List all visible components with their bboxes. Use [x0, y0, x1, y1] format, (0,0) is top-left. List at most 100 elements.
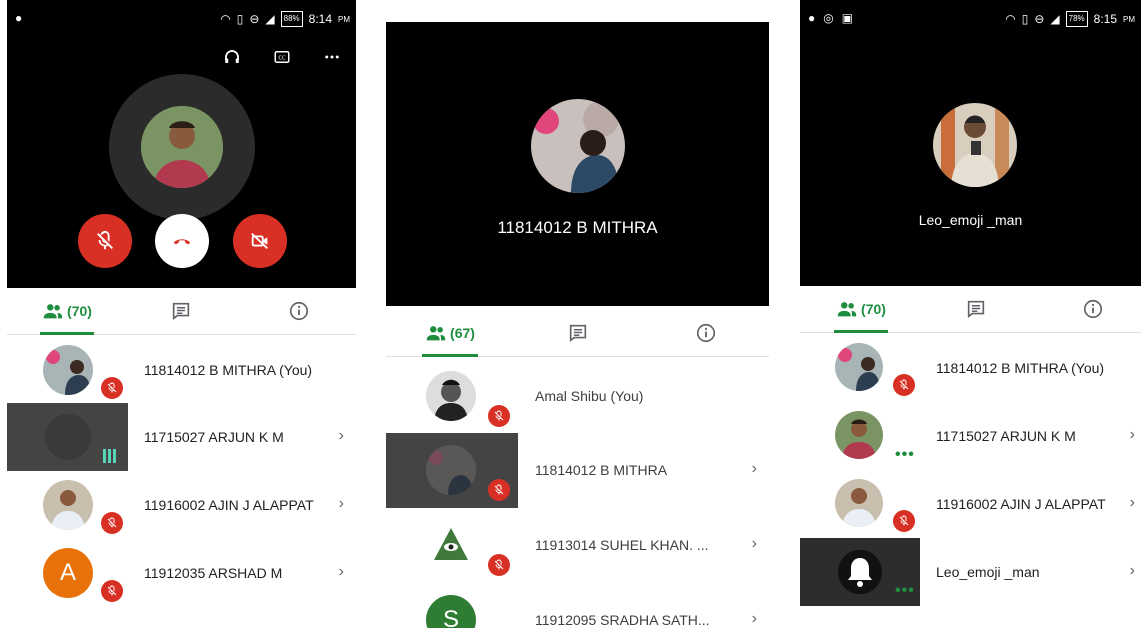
participant-thumb — [386, 508, 518, 583]
avatar — [835, 479, 883, 527]
participant-name: 11814012 B MITHRA (You) — [936, 360, 1105, 376]
gallery-icon: ▣ — [841, 11, 854, 25]
phone-status-icon: ▯ — [1021, 12, 1029, 26]
speaker-name: Leo_emoji _man — [918, 212, 1023, 228]
chevron-right-icon[interactable]: › — [752, 610, 757, 628]
chevron-right-icon[interactable]: › — [1130, 426, 1135, 444]
chevron-right-icon[interactable]: › — [339, 495, 344, 513]
chevron-right-icon[interactable]: › — [752, 535, 757, 553]
avatar — [835, 411, 883, 459]
tab-people[interactable]: (70) — [834, 286, 888, 333]
tab-people[interactable]: (67) — [422, 310, 478, 357]
list-item[interactable]: 11913014 SUHEL KHAN. ... › — [386, 508, 769, 583]
participant-thumb — [386, 359, 518, 433]
muted-badge — [488, 554, 510, 576]
list-item[interactable]: A 11912035 ARSHAD M › — [7, 539, 356, 609]
tab-chat[interactable] — [169, 288, 193, 334]
speaker-avatar — [933, 103, 1017, 187]
tab-people[interactable]: (70) — [40, 288, 94, 335]
avatar — [43, 480, 93, 530]
chevron-right-icon[interactable]: › — [339, 563, 344, 581]
mic-off-icon — [493, 410, 505, 422]
status-time: 8:15 — [1093, 12, 1117, 26]
tab-indicator — [40, 332, 94, 335]
self-avatar — [141, 106, 223, 188]
location-icon: ● — [15, 11, 23, 25]
mute-button[interactable] — [78, 214, 132, 268]
avatar — [838, 550, 882, 594]
chevron-right-icon[interactable]: › — [1130, 562, 1135, 580]
people-icon — [42, 300, 64, 322]
list-item[interactable]: ••• Leo_emoji _man › — [800, 538, 1141, 606]
list-item[interactable]: 11715027 ARJUN K M › — [7, 403, 356, 473]
mic-off-icon — [94, 230, 116, 252]
participant-name: 11814012 B MITHRA (You) — [144, 362, 313, 378]
tab-info[interactable] — [1081, 286, 1105, 332]
call-screen-2: 11814012 B MITHRA (67) Amal Shibu (You) — [386, 0, 769, 628]
status-ampm: PM — [338, 14, 350, 24]
participant-thumb: ••• — [800, 402, 920, 470]
list-item[interactable]: S 11912095 SRADHA SATH... › — [386, 583, 769, 628]
list-item[interactable]: 11814012 B MITHRA (You) — [7, 336, 356, 406]
participant-thumb — [7, 471, 128, 541]
call-screen-1: ● ◠ ▯ ⊖ ◢ 88% 8:14 PM CC (70) 11814012 B… — [7, 0, 356, 628]
list-item[interactable]: ••• 11715027 ARJUN K M › — [800, 402, 1141, 470]
avatar — [45, 414, 91, 460]
signal-icon: ◢ — [1050, 12, 1060, 26]
tab-chat[interactable] — [566, 310, 590, 356]
camera-off-button[interactable] — [233, 214, 287, 268]
tab-info[interactable] — [694, 310, 718, 356]
participant-name: 11916002 AJIN J ALAPPAT — [936, 496, 1106, 512]
more-options-icon[interactable] — [322, 48, 342, 71]
avatar: A — [43, 548, 93, 598]
call-screen-3: ● ◎ ▣ ◠ ▯ ⊖ ◢ 78% 8:15 PM Leo_emoji _man… — [800, 0, 1141, 628]
list-item[interactable]: 11916002 AJIN J ALAPPAT › — [7, 471, 356, 541]
audio-output-icon[interactable] — [222, 48, 242, 71]
avatar — [43, 345, 93, 395]
people-icon — [836, 298, 858, 320]
speaking-dots: ••• — [895, 582, 915, 599]
location-icon: ● — [808, 11, 816, 25]
tab-indicator — [422, 354, 478, 357]
list-item[interactable]: Amal Shibu (You) — [386, 359, 769, 433]
chevron-right-icon[interactable]: › — [339, 427, 344, 445]
svg-text:CC: CC — [278, 56, 286, 62]
muted-badge — [101, 512, 123, 534]
tab-chat[interactable] — [964, 286, 988, 332]
battery-icon: 78% — [1065, 11, 1088, 27]
mic-off-icon — [106, 517, 118, 529]
call-end-icon — [173, 239, 191, 245]
signal-icon: ◢ — [265, 12, 275, 26]
chat-icon — [567, 322, 589, 344]
call-tabs: (70) — [7, 288, 356, 335]
participant-name: 11916002 AJIN J ALAPPAT — [144, 497, 314, 513]
mic-off-icon — [898, 379, 910, 391]
chevron-right-icon[interactable]: › — [752, 460, 757, 478]
speaking-indicator — [103, 449, 116, 463]
captions-icon[interactable]: CC — [272, 48, 292, 71]
status-ampm: PM — [1123, 14, 1135, 24]
list-item[interactable]: 11814012 B MITHRA › — [386, 433, 769, 508]
mic-off-icon — [493, 559, 505, 571]
status-bar: ● ◠ ▯ ⊖ ◢ 88% 8:14 PM — [7, 0, 356, 38]
participant-thumb — [800, 334, 920, 402]
avatar — [426, 371, 476, 421]
participant-name: 11913014 SUHEL KHAN. ... — [535, 537, 709, 553]
status-bar: ● ◎ ▣ ◠ ▯ ⊖ ◢ 78% 8:15 PM — [800, 0, 1141, 38]
tab-info[interactable] — [287, 288, 311, 334]
participant-name: 11912035 ARSHAD M — [144, 565, 283, 581]
avatar — [426, 445, 476, 495]
avatar — [426, 520, 476, 570]
list-item[interactable]: 11814012 B MITHRA (You) — [800, 334, 1141, 402]
hang-up-button[interactable] — [155, 214, 209, 268]
participant-thumb — [386, 433, 518, 508]
list-item[interactable]: 11916002 AJIN J ALAPPAT › — [800, 470, 1141, 538]
participant-thumb: S — [386, 583, 518, 628]
phone-status-icon: ▯ — [236, 12, 244, 26]
mic-off-icon — [493, 484, 505, 496]
battery-icon: 88% — [280, 11, 303, 27]
participant-name: 11814012 B MITHRA — [535, 462, 668, 478]
status-time: 8:14 — [308, 12, 332, 26]
muted-badge — [488, 405, 510, 427]
chevron-right-icon[interactable]: › — [1130, 494, 1135, 512]
